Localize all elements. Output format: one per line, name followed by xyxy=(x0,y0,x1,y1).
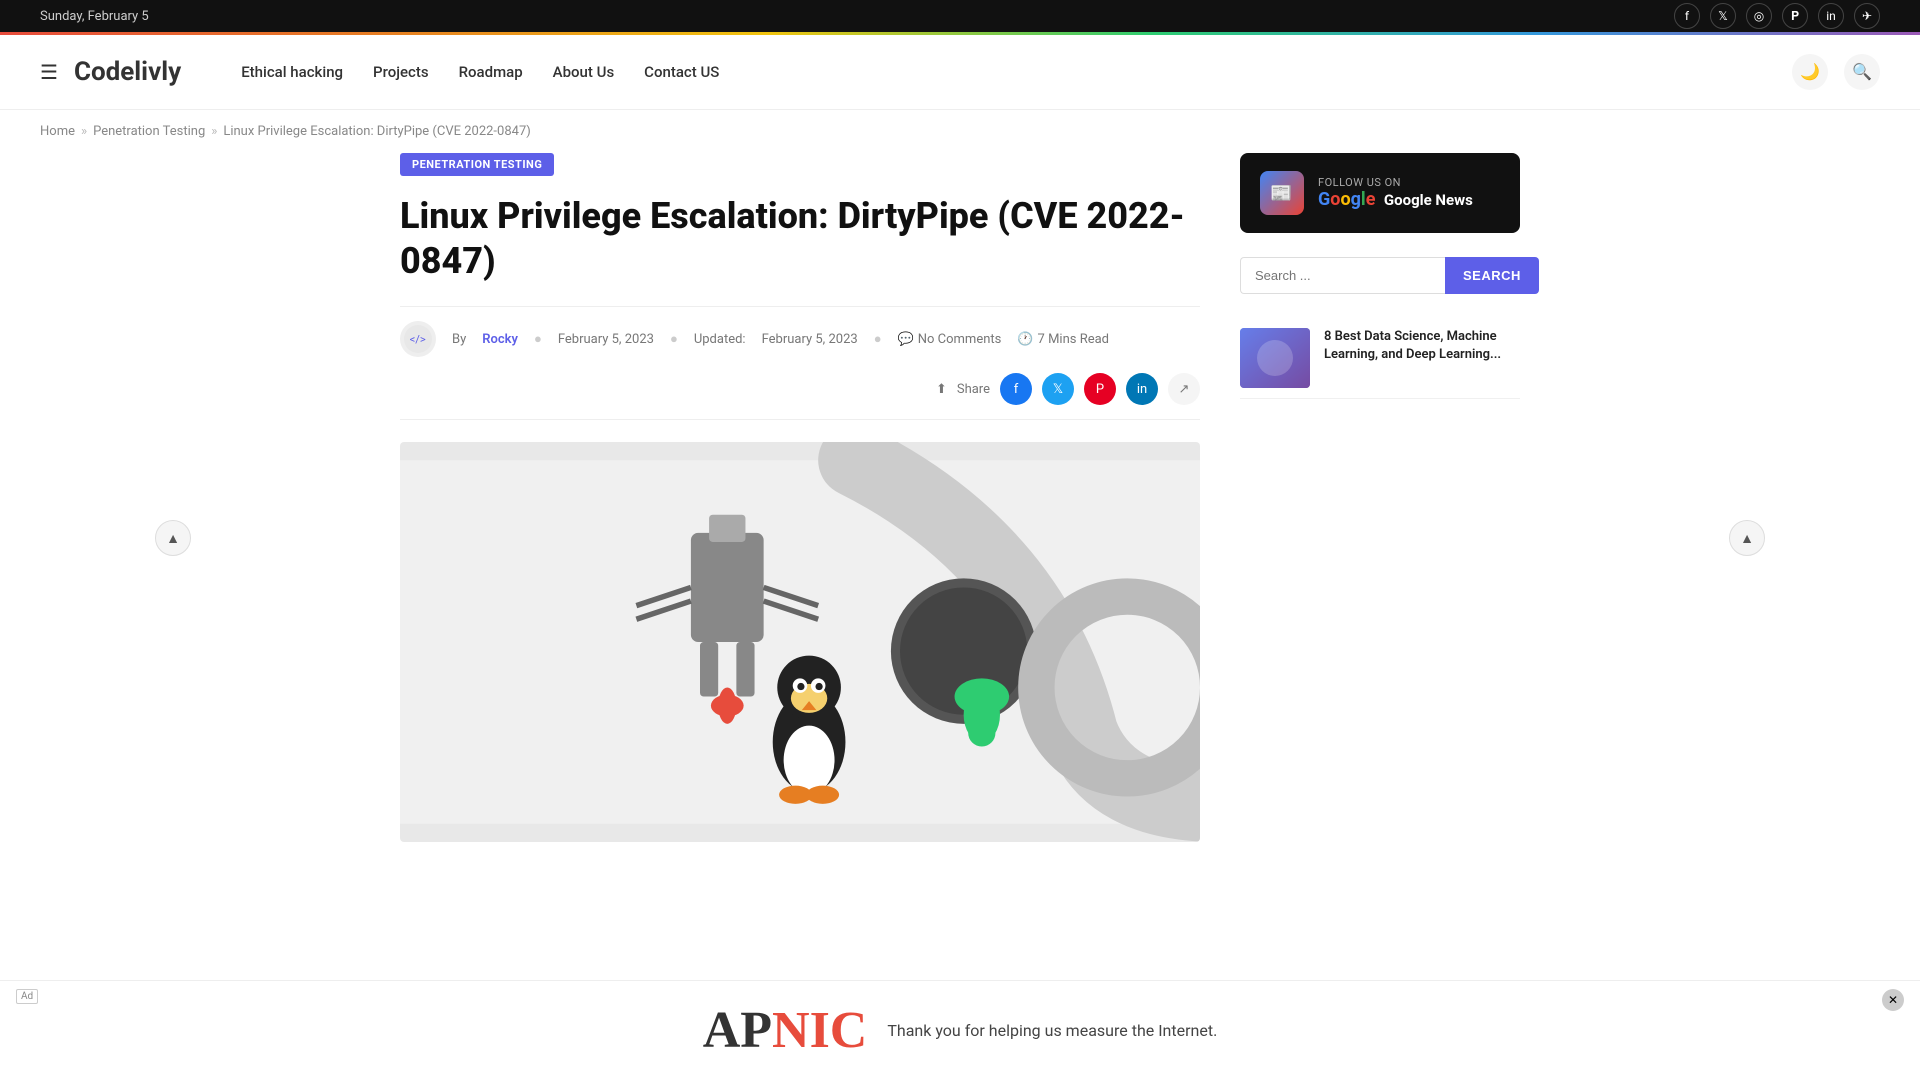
meta-bar: </> By Rocky ● February 5, 2023 ● Update… xyxy=(400,306,1200,420)
search-input[interactable] xyxy=(1240,257,1445,294)
related-article-thumbnail xyxy=(1240,328,1310,388)
site-header: ☰ Codelivly Ethical hacking Projects Roa… xyxy=(0,35,1920,110)
search-box: SEARCH xyxy=(1240,257,1520,294)
author-name[interactable]: Rocky xyxy=(482,332,518,347)
facebook-icon[interactable]: f xyxy=(1674,3,1700,29)
meta-dot-1: ● xyxy=(534,331,542,347)
share-linkedin[interactable]: in xyxy=(1126,373,1158,405)
theme-toggle-button[interactable]: 🌙 xyxy=(1792,54,1828,90)
menu-icon[interactable]: ☰ xyxy=(40,60,58,84)
share-icon-main: ⬆ xyxy=(936,382,947,397)
read-time: 🕐 7 Mins Read xyxy=(1017,332,1109,347)
nav-about-us[interactable]: About Us xyxy=(553,63,615,81)
related-article-title: 8 Best Data Science, Machine Learning, a… xyxy=(1324,328,1520,364)
breadcrumb-sep-1: » xyxy=(81,124,87,139)
ad-close-button[interactable]: ✕ xyxy=(1882,989,1904,1011)
nav-projects[interactable]: Projects xyxy=(373,63,429,81)
share-bar: ⬆ Share f 𝕏 P in ↗ xyxy=(936,373,1200,405)
date-display: Sunday, February 5 xyxy=(40,9,149,24)
google-news-banner[interactable]: 📰 FOLLOW US ON Google Google News xyxy=(1240,153,1520,233)
breadcrumb-sep-2: » xyxy=(211,124,217,139)
clock-icon: 🕐 xyxy=(1017,332,1033,347)
scroll-up-right[interactable]: ▲ xyxy=(1729,520,1765,556)
search-button[interactable]: SEARCH xyxy=(1445,257,1539,294)
article-title: Linux Privilege Escalation: DirtyPipe (C… xyxy=(400,194,1200,284)
instagram-icon[interactable]: ◎ xyxy=(1746,3,1772,29)
nav-ethical-hacking[interactable]: Ethical hacking xyxy=(241,63,343,81)
by-label: By xyxy=(452,332,466,347)
nav-roadmap[interactable]: Roadmap xyxy=(459,63,523,81)
svg-text:</>: </> xyxy=(410,333,426,346)
sidebar: 📰 FOLLOW US ON Google Google News SEARCH xyxy=(1240,153,1520,842)
header-search-button[interactable]: 🔍 xyxy=(1844,54,1880,90)
share-twitter[interactable]: 𝕏 xyxy=(1042,373,1074,405)
author-avatar: </> xyxy=(400,321,436,357)
publish-date: February 5, 2023 xyxy=(558,332,654,347)
ad-banner: Ad ✕ APNIC Thank you for helping us meas… xyxy=(0,980,1920,1080)
meta-dot-2: ● xyxy=(670,331,678,347)
share-label: Share xyxy=(957,382,990,397)
breadcrumb-home[interactable]: Home xyxy=(40,124,75,139)
follow-label: FOLLOW US ON xyxy=(1318,176,1500,189)
comment-icon: 💬 xyxy=(898,332,914,347)
twitter-icon[interactable]: 𝕏 xyxy=(1710,3,1736,29)
google-news-text: FOLLOW US ON Google Google News xyxy=(1318,176,1500,210)
article-image xyxy=(400,442,1200,842)
google-news-icon: 📰 xyxy=(1260,171,1304,215)
ad-tag: Ad xyxy=(16,989,38,1004)
pinterest-icon[interactable]: 𝐏 xyxy=(1782,3,1808,29)
nav-contact-us[interactable]: Contact US xyxy=(644,63,719,81)
breadcrumb-category[interactable]: Penetration Testing xyxy=(93,124,205,139)
comments-count[interactable]: 💬 No Comments xyxy=(898,332,1002,347)
related-article-info: 8 Best Data Science, Machine Learning, a… xyxy=(1324,328,1520,388)
ad-message: Thank you for helping us measure the Int… xyxy=(887,1021,1217,1040)
breadcrumb-current: Linux Privilege Escalation: DirtyPipe (C… xyxy=(223,124,530,139)
ad-logo: APNIC xyxy=(703,1001,868,1060)
google-news-name: Google Google News xyxy=(1318,189,1500,210)
telegram-icon[interactable]: ✈ xyxy=(1854,3,1880,29)
updated-date: February 5, 2023 xyxy=(762,332,858,347)
main-nav: Ethical hacking Projects Roadmap About U… xyxy=(241,63,1792,81)
meta-dot-3: ● xyxy=(874,331,882,347)
top-bar: Sunday, February 5 f 𝕏 ◎ 𝐏 in ✈ xyxy=(0,0,1920,32)
breadcrumb: Home » Penetration Testing » Linux Privi… xyxy=(0,110,1920,153)
social-icons: f 𝕏 ◎ 𝐏 in ✈ xyxy=(1674,3,1880,29)
site-logo[interactable]: Codelivly xyxy=(74,57,181,87)
article: PENETRATION TESTING Linux Privilege Esca… xyxy=(400,153,1200,842)
updated-label: Updated: xyxy=(694,332,746,347)
share-facebook[interactable]: f xyxy=(1000,373,1032,405)
header-actions: 🌙 🔍 xyxy=(1792,54,1880,90)
linkedin-icon[interactable]: in xyxy=(1818,3,1844,29)
share-more[interactable]: ↗ xyxy=(1168,373,1200,405)
scroll-up-left[interactable]: ▲ xyxy=(155,520,191,556)
related-article-card[interactable]: 8 Best Data Science, Machine Learning, a… xyxy=(1240,318,1520,399)
category-badge[interactable]: PENETRATION TESTING xyxy=(400,153,554,176)
main-container: PENETRATION TESTING Linux Privilege Esca… xyxy=(360,153,1560,842)
svg-text:📰: 📰 xyxy=(1270,183,1292,204)
share-pinterest[interactable]: P xyxy=(1084,373,1116,405)
